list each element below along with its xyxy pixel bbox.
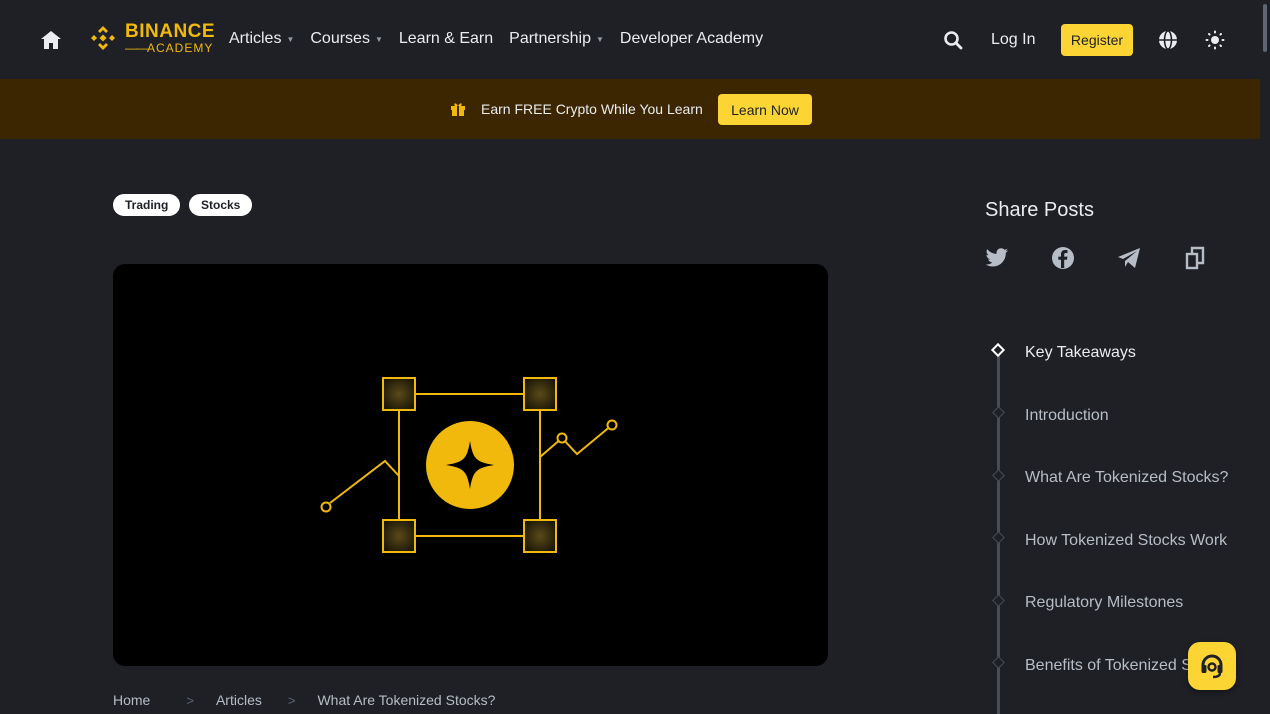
logo-text-academy: ——ACADEMY bbox=[125, 41, 214, 55]
toc-marker bbox=[992, 469, 1005, 482]
nav-courses[interactable]: Courses ▼ bbox=[310, 30, 383, 48]
nav-partnership[interactable]: Partnership ▼ bbox=[509, 30, 604, 48]
toc-marker bbox=[992, 594, 1005, 607]
main-nav: Articles ▼ Courses ▼ Learn & Earn Partners… bbox=[229, 30, 779, 48]
toc-item-benefits[interactable]: Benefits of Tokenized S bbox=[1025, 657, 1192, 675]
support-chat-button[interactable] bbox=[1188, 642, 1236, 690]
nav-learn-and-earn[interactable]: Learn & Earn bbox=[399, 30, 493, 48]
scrollbar-thumb[interactable] bbox=[1263, 4, 1267, 52]
tokenized-stocks-illustration bbox=[320, 377, 618, 553]
toc-marker bbox=[992, 656, 1005, 669]
breadcrumb-articles[interactable]: Articles bbox=[216, 692, 262, 708]
article-hero-image bbox=[113, 264, 828, 666]
login-link[interactable]: Log In bbox=[991, 31, 1035, 49]
register-button[interactable]: Register bbox=[1061, 24, 1133, 56]
toc-item-key-takeaways[interactable]: Key Takeaways bbox=[1025, 344, 1136, 362]
binance-logo-icon bbox=[91, 26, 115, 50]
toc-item-regulatory-milestones[interactable]: Regulatory Milestones bbox=[1025, 594, 1183, 612]
nav-developer-academy[interactable]: Developer Academy bbox=[620, 30, 763, 48]
share-posts-title: Share Posts bbox=[985, 199, 1094, 221]
toc-marker-active bbox=[990, 342, 1006, 358]
headset-icon bbox=[1201, 654, 1223, 679]
toc-item-what-are-tokenized-stocks[interactable]: What Are Tokenized Stocks? bbox=[1025, 469, 1228, 487]
toc-item-how-tokenized-stocks-work[interactable]: How Tokenized Stocks Work bbox=[1025, 532, 1227, 550]
twitter-icon[interactable] bbox=[984, 245, 1010, 271]
theme-toggle-icon[interactable] bbox=[1205, 30, 1225, 55]
globe-icon[interactable] bbox=[1158, 30, 1178, 55]
binance-academy-logo[interactable]: BINANCE ——ACADEMY bbox=[87, 22, 215, 54]
toc-item-introduction[interactable]: Introduction bbox=[1025, 407, 1109, 425]
toc-marker bbox=[992, 406, 1005, 419]
breadcrumb-current: What Are Tokenized Stocks? bbox=[317, 692, 496, 708]
learn-now-button[interactable]: Learn Now bbox=[718, 94, 812, 125]
logo-text-binance: BINANCE bbox=[125, 21, 216, 42]
chevron-right-icon: > bbox=[186, 692, 194, 708]
tag-stocks[interactable]: Stocks bbox=[189, 194, 253, 216]
caret-down-icon: ▼ bbox=[286, 34, 295, 44]
nav-articles[interactable]: Articles ▼ bbox=[229, 30, 294, 48]
breadcrumb: Home > Articles > What Are Tokenized Sto… bbox=[113, 692, 495, 708]
caret-down-icon: ▼ bbox=[374, 34, 383, 44]
copy-link-icon[interactable] bbox=[1182, 245, 1208, 271]
search-icon[interactable] bbox=[943, 30, 963, 55]
page-scrollbar[interactable] bbox=[1260, 0, 1270, 714]
tag-trading[interactable]: Trading bbox=[113, 194, 181, 216]
facebook-icon[interactable] bbox=[1050, 245, 1076, 271]
telegram-icon[interactable] bbox=[1116, 245, 1142, 271]
site-header: BINANCE ——ACADEMY Articles ▼ Courses ▼ Lea… bbox=[0, 0, 1260, 79]
breadcrumb-home[interactable]: Home bbox=[113, 692, 150, 708]
caret-down-icon: ▼ bbox=[595, 34, 604, 44]
gift-icon bbox=[450, 101, 466, 122]
toc-marker bbox=[992, 531, 1005, 544]
home-icon[interactable] bbox=[40, 29, 62, 51]
chevron-right-icon: > bbox=[287, 692, 296, 708]
promo-text: Earn FREE Crypto While You Learn bbox=[481, 101, 703, 117]
